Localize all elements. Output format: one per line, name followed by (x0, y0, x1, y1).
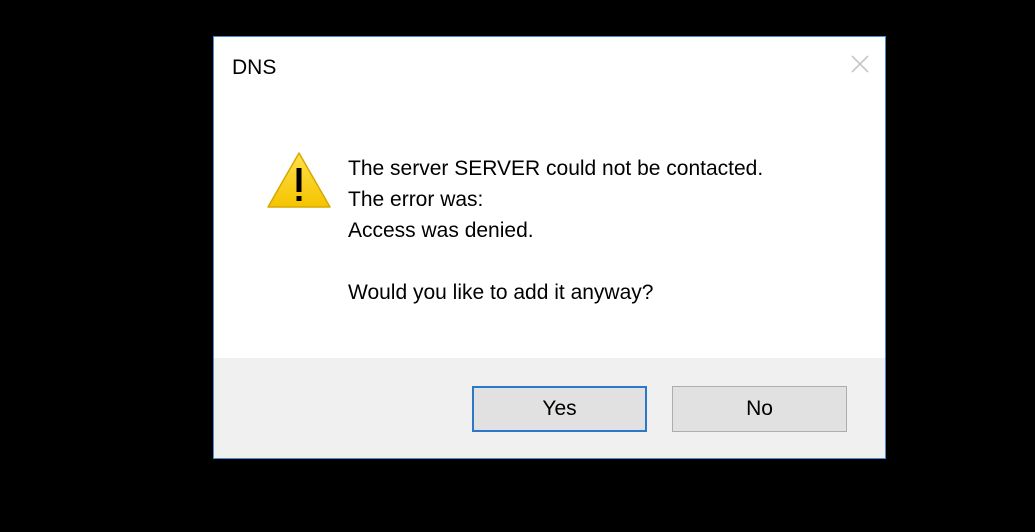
dialog-message: The server SERVER could not be contacted… (348, 153, 763, 308)
close-button[interactable] (843, 49, 877, 79)
close-icon (851, 55, 869, 73)
dialog-question: Would you like to add it anyway? (348, 281, 654, 304)
yes-button[interactable]: Yes (472, 386, 647, 432)
dialog-titlebar[interactable]: DNS (214, 37, 885, 99)
message-line: The error was: (348, 188, 484, 211)
dialog-content: The server SERVER could not be contacted… (214, 99, 885, 359)
no-button[interactable]: No (672, 386, 847, 432)
message-line: Access was denied. (348, 219, 534, 242)
dns-dialog: DNS The server SERVER could not be conta… (213, 36, 886, 459)
dialog-title: DNS (232, 56, 277, 79)
warning-icon (266, 151, 332, 209)
dialog-footer: Yes No (214, 358, 885, 458)
message-line: The server SERVER could not be contacted… (348, 157, 764, 180)
